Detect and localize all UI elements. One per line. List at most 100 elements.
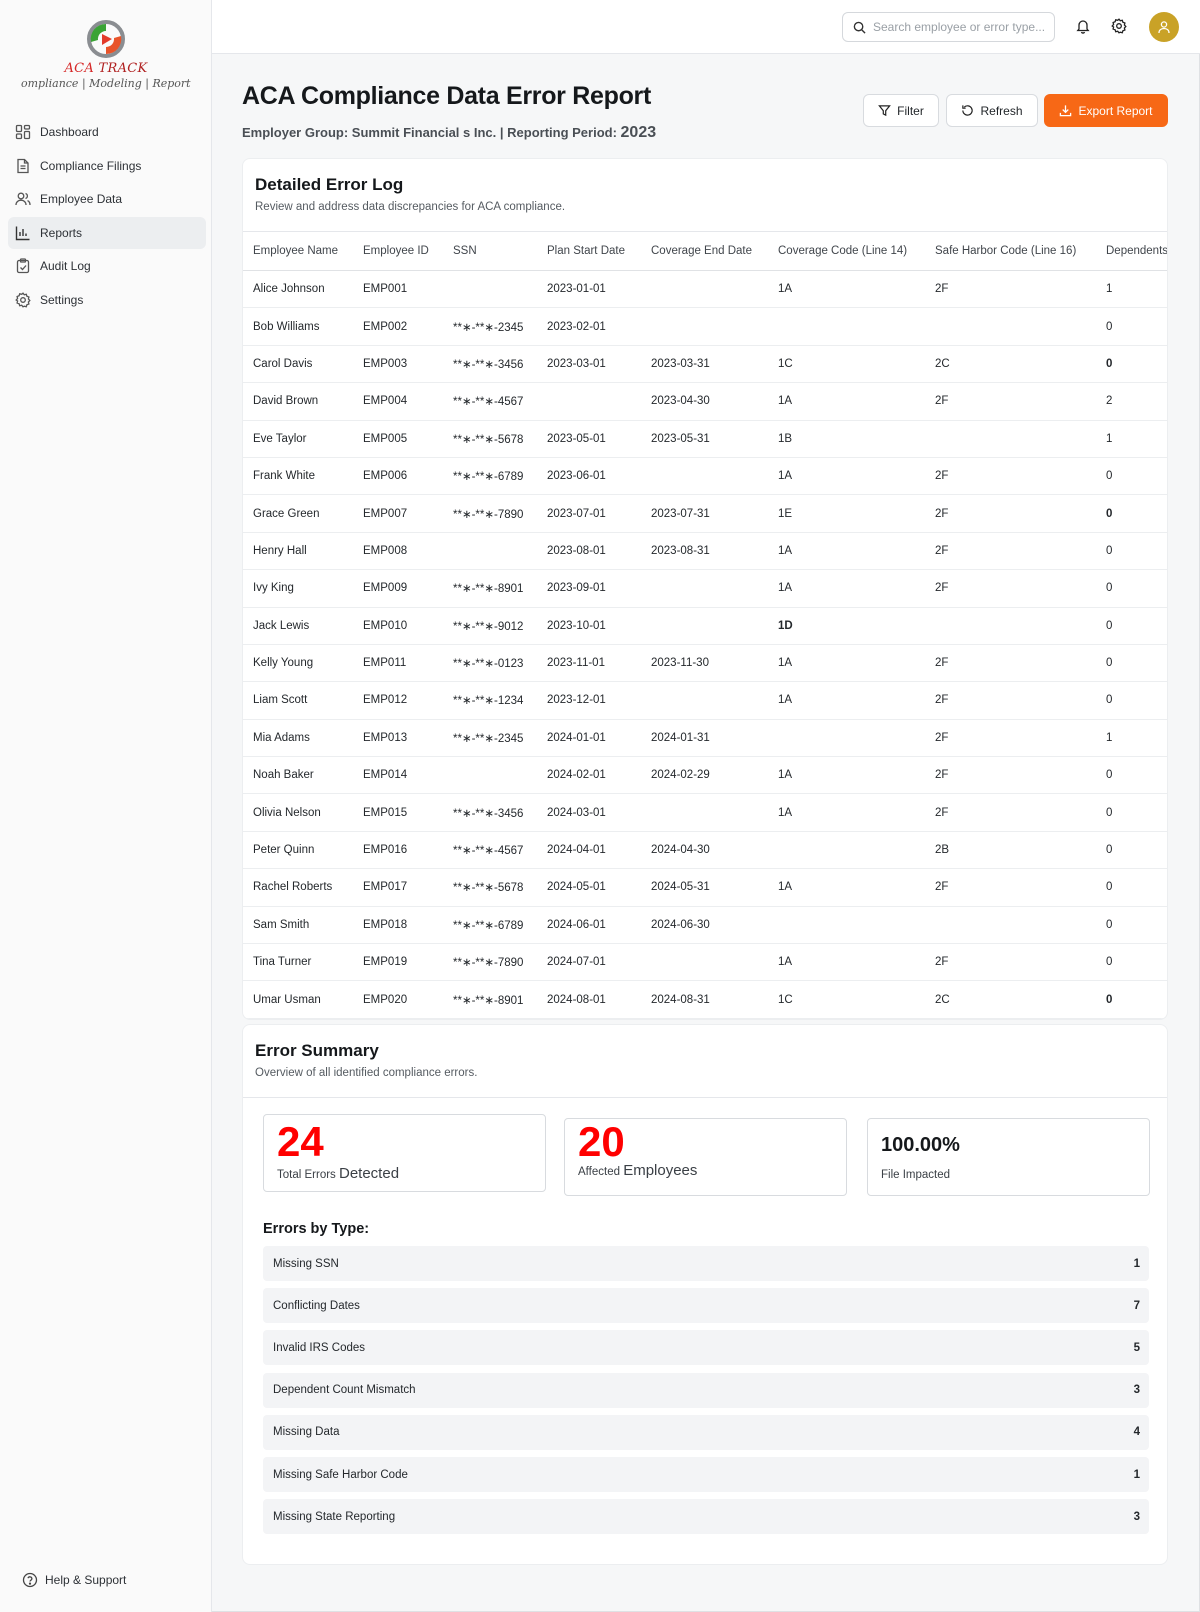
bar-chart-icon bbox=[15, 226, 30, 240]
table-cell: **∗-**∗-4567 bbox=[453, 845, 524, 858]
table-header-row: Employee Name Employee ID SSN Plan Start Da… bbox=[243, 232, 1167, 271]
sidebar-item-reports[interactable]: Reports bbox=[8, 216, 206, 249]
table-row[interactable]: Peter Quinn EMP016 **∗-**∗-4567 2024-04-01 2… bbox=[243, 832, 1167, 870]
table-row[interactable]: Rachel Roberts EMP017 **∗-**∗-5678 2024-05-… bbox=[243, 869, 1167, 907]
table-row[interactable]: Eve Taylor EMP005 **∗-**∗-5678 2023-05-01 20… bbox=[243, 421, 1167, 458]
sidebar-item-compliance-filings[interactable]: Compliance Filings bbox=[8, 150, 206, 182]
table-cell: 2024-08-01 bbox=[547, 993, 606, 1006]
table-cell: 2023-10-01 bbox=[547, 619, 606, 632]
error-log-card: Detailed Error Log Review and address da… bbox=[242, 158, 1168, 1020]
table-row[interactable]: Henry Hall EMP008 2023-08-01 2023-08-31 1A 2F… bbox=[243, 533, 1167, 571]
table-cell: 2C bbox=[935, 357, 950, 370]
refresh-button[interactable]: Refresh bbox=[946, 94, 1038, 127]
error-type-row[interactable]: Invalid IRS Codes 5 bbox=[263, 1330, 1149, 1366]
table-row[interactable]: Bob Williams EMP002 **∗-**∗-2345 2023-02-01… bbox=[243, 308, 1167, 346]
column-header[interactable]: Employee Name bbox=[253, 232, 338, 270]
export-report-button[interactable]: Export Report bbox=[1044, 94, 1168, 127]
table-row[interactable]: Olivia Nelson EMP015 **∗-**∗-3456 2024-03-0… bbox=[243, 794, 1167, 832]
table-row[interactable]: Sam Smith EMP018 **∗-**∗-6789 2024-06-01 202… bbox=[243, 907, 1167, 945]
table-row[interactable]: Carol Davis EMP003 **∗-**∗-3456 2023-03-01 2… bbox=[243, 346, 1167, 384]
error-type-label: Dependent Count Mismatch bbox=[273, 1384, 416, 1397]
column-header[interactable]: Safe Harbor Code (Line 16) bbox=[935, 232, 1076, 270]
table-cell: 2024-02-29 bbox=[651, 769, 710, 782]
table-row[interactable]: Mia Adams EMP013 **∗-**∗-2345 2024-01-01 202… bbox=[243, 720, 1167, 758]
filter-button[interactable]: Filter bbox=[863, 94, 939, 127]
table-cell: 2F bbox=[935, 470, 949, 483]
gear-icon[interactable] bbox=[1111, 18, 1127, 34]
error-type-count: 4 bbox=[1133, 1426, 1140, 1439]
table-row[interactable]: Kelly Young EMP011 **∗-**∗-0123 2023-11-01 2… bbox=[243, 645, 1167, 683]
search-input[interactable] bbox=[873, 20, 1053, 34]
page-title: ACA Compliance Data Error Report bbox=[242, 82, 651, 110]
affected-employees-value: 20 bbox=[578, 1118, 625, 1165]
error-type-row[interactable]: Missing SSN 1 bbox=[263, 1246, 1149, 1281]
table-cell: 2F bbox=[935, 694, 949, 707]
table-row[interactable]: Noah Baker EMP014 2024-02-01 2024-02-29 1A 2F… bbox=[243, 757, 1167, 795]
table-cell: **∗-**∗-0123 bbox=[453, 658, 524, 671]
table-cell: Carol Davis bbox=[253, 357, 313, 370]
error-type-label: Missing Data bbox=[273, 1426, 340, 1439]
table-cell: **∗-**∗-5678 bbox=[453, 433, 524, 446]
sidebar-item-label: Employee Data bbox=[40, 192, 123, 206]
table-cell: **∗-**∗-3456 bbox=[453, 358, 524, 371]
table-cell: Ivy King bbox=[253, 582, 294, 595]
table-cell: **∗-**∗-6789 bbox=[453, 471, 524, 484]
table-cell: 1 bbox=[1106, 432, 1113, 445]
sidebar-item-settings[interactable]: Settings bbox=[8, 284, 206, 316]
table-cell: **∗-**∗-8901 bbox=[453, 583, 524, 596]
help-support-link[interactable]: Help & Support bbox=[22, 1572, 126, 1588]
table-cell: Peter Quinn bbox=[253, 844, 315, 857]
table-row[interactable]: David Brown EMP004 **∗-**∗-4567 2023-04-30 1… bbox=[243, 383, 1167, 421]
error-summary-card: Error Summary Overview of all identified… bbox=[242, 1024, 1168, 1565]
table-cell: 2023-05-31 bbox=[651, 432, 710, 445]
brand-logo[interactable]: ACA TRACK ompliance | Modeling | Reporti… bbox=[0, 18, 212, 98]
table-cell: 2F bbox=[935, 395, 949, 408]
error-summary-title: Error Summary bbox=[255, 1041, 379, 1060]
table-row[interactable]: Grace Green EMP007 **∗-**∗-7890 2023-07-01 2… bbox=[243, 495, 1167, 533]
table-cell: Eve Taylor bbox=[253, 432, 307, 445]
error-type-row[interactable]: Dependent Count Mismatch 3 bbox=[263, 1372, 1149, 1408]
column-header[interactable]: SSN bbox=[453, 232, 477, 270]
table-row[interactable]: Ivy King EMP009 **∗-**∗-8901 2023-09-01 1A 2F… bbox=[243, 570, 1167, 608]
column-header[interactable]: Coverage Code (Line 14) bbox=[778, 232, 907, 270]
column-header[interactable]: Dependents bbox=[1106, 232, 1167, 270]
page-subtitle: Employer Group: Summit Financial s Inc. … bbox=[242, 124, 657, 141]
table-row[interactable]: Tina Turner EMP019 **∗-**∗-7890 2024-07-01 1… bbox=[243, 944, 1167, 982]
sidebar-item-audit-log[interactable]: Audit Log bbox=[8, 250, 206, 282]
table-cell: 0 bbox=[1106, 507, 1113, 520]
bell-icon[interactable] bbox=[1075, 18, 1091, 34]
column-header[interactable]: Employee ID bbox=[363, 232, 429, 270]
column-header[interactable]: Plan Start Date bbox=[547, 232, 625, 270]
table-cell: 0 bbox=[1106, 769, 1113, 782]
table-cell: 2F bbox=[935, 806, 949, 819]
table-row[interactable]: Jack Lewis EMP010 **∗-**∗-9012 2023-10-01 1D… bbox=[243, 608, 1167, 645]
download-icon bbox=[1060, 105, 1072, 117]
table-cell: **∗-**∗-3456 bbox=[453, 807, 524, 820]
table-row[interactable]: Frank White EMP006 **∗-**∗-6789 2023-06-01 1… bbox=[243, 458, 1167, 496]
table-cell: Mia Adams bbox=[253, 731, 310, 744]
search-box[interactable] bbox=[842, 12, 1055, 42]
clipboard-check-icon bbox=[16, 258, 30, 274]
error-type-row[interactable]: Missing Data 4 bbox=[263, 1414, 1149, 1450]
table-cell: 0 bbox=[1106, 619, 1113, 632]
sidebar-item-dashboard[interactable]: Dashboard bbox=[8, 116, 206, 148]
error-type-count: 7 bbox=[1133, 1299, 1140, 1312]
table-row[interactable]: Liam Scott EMP012 **∗-**∗-1234 2023-12-01 1A… bbox=[243, 682, 1167, 720]
error-type-row[interactable]: Missing State Reporting 3 bbox=[263, 1499, 1149, 1535]
error-type-row[interactable]: Conflicting Dates 7 bbox=[263, 1288, 1149, 1324]
table-row[interactable]: Umar Usman EMP020 **∗-**∗-8901 2024-08-01 20… bbox=[243, 981, 1167, 1019]
table-cell: EMP010 bbox=[363, 619, 408, 632]
column-header[interactable]: Coverage End Date bbox=[651, 232, 752, 270]
table-cell: 1E bbox=[778, 507, 793, 520]
table-cell: 0 bbox=[1106, 806, 1113, 819]
table-cell: 2F bbox=[935, 283, 949, 296]
table-row[interactable]: Alice Johnson EMP001 2023-01-01 1A 2F 1 bbox=[243, 271, 1167, 309]
error-type-row[interactable]: Missing Safe Harbor Code 1 bbox=[263, 1457, 1149, 1492]
table-cell: 0 bbox=[1106, 694, 1113, 707]
user-avatar[interactable] bbox=[1149, 12, 1179, 42]
sidebar-item-employee-data[interactable]: Employee Data bbox=[8, 183, 206, 215]
table-cell: 2023-03-31 bbox=[651, 357, 710, 370]
table-cell: 2F bbox=[935, 731, 949, 744]
table-cell: 1A bbox=[778, 283, 793, 296]
table-cell: EMP007 bbox=[363, 507, 408, 520]
